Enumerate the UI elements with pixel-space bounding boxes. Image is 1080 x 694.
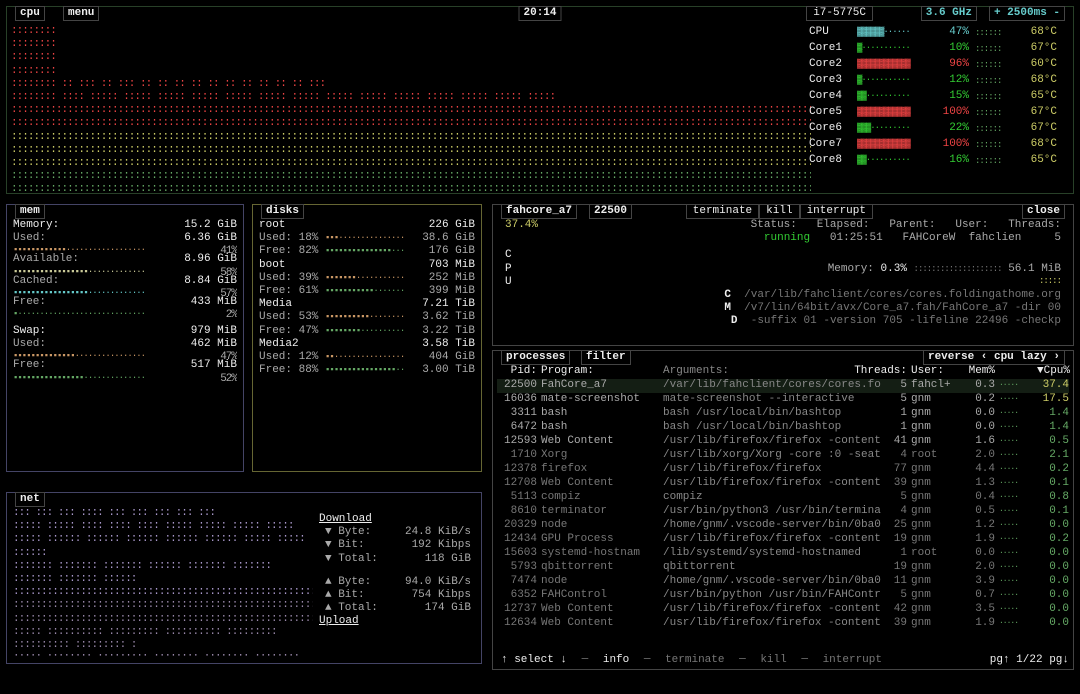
cmd-d: -suffix 01 -version 705 -lifeline 22496 … bbox=[751, 315, 1061, 327]
process-table-header: Pid: Program: Arguments: Threads: User: … bbox=[497, 365, 1069, 378]
process-row[interactable]: 16036 mate-screenshot mate-screenshot --… bbox=[497, 393, 1069, 407]
refresh-rate[interactable]: + 2500ms - bbox=[989, 6, 1065, 21]
sort-mode[interactable]: reverse ‹ cpu lazy › bbox=[923, 350, 1065, 365]
net-stats: Download ▼ Byte:24.8 KiB/s ▼ Bit:192 Kib… bbox=[319, 513, 477, 629]
process-row[interactable]: 7474 node /home/gnm/.vscode-server/bin/0… bbox=[497, 575, 1069, 589]
process-row[interactable]: 8610 terminator /usr/bin/python3 /usr/bi… bbox=[497, 505, 1069, 519]
process-row[interactable]: 6352 FAHControl /usr/bin/python /usr/bin… bbox=[497, 589, 1069, 603]
process-row[interactable]: 3311 bash bash /usr/local/bin/bashtop 1 … bbox=[497, 407, 1069, 421]
up-byte: 94.0 KiB/s bbox=[405, 576, 471, 589]
process-actions: terminate kill interrupt bbox=[686, 204, 873, 219]
cpu-freq: 3.6 GHz bbox=[921, 6, 977, 21]
dn-bit: 192 Kibps bbox=[412, 539, 471, 552]
footer-kill[interactable]: kill bbox=[760, 654, 786, 666]
detail-proc-pid: 22500 bbox=[589, 204, 632, 219]
cmd-m: /v7/lin/64bit/avx/Core_a7.fah/FahCore_a7… bbox=[744, 302, 1061, 314]
process-row[interactable]: 12434 GPU Process /usr/lib/firefox/firef… bbox=[497, 533, 1069, 547]
mem-panel: mem Memory:15.2 GiB Used:6.36 GiB ▪▪▪▪▪▪… bbox=[6, 204, 244, 472]
footer-interrupt[interactable]: interrupt bbox=[823, 654, 882, 666]
up-total: 174 GiB bbox=[425, 602, 471, 615]
processes-title: processes bbox=[501, 350, 570, 365]
page-indicator[interactable]: pg↑ 1/22 pg↓ bbox=[990, 654, 1069, 667]
process-table[interactable]: 22500 FahCore_a7 /var/lib/fahclient/core… bbox=[497, 379, 1069, 653]
processes-panel: processes filter reverse ‹ cpu lazy › Pi… bbox=[492, 350, 1074, 670]
core-row: Core1 ▓··········· 10% :::::: 67°C bbox=[809, 41, 1069, 57]
terminate-button[interactable]: terminate bbox=[686, 204, 759, 219]
net-history-graph: ::: ::: ::: :::: ::: ::: ::: ::: ::: :::… bbox=[13, 507, 313, 657]
detail-cpu-pct: 37.4% bbox=[505, 219, 538, 232]
process-row[interactable]: 12737 Web Content /usr/lib/firefox/firef… bbox=[497, 603, 1069, 617]
net-title: net bbox=[15, 492, 45, 507]
close-button[interactable]: close bbox=[1022, 204, 1065, 219]
core-row: Core7 ▓▓▓▓▓▓▓▓▓▓▓▓ 100% :::::: 68°C bbox=[809, 137, 1069, 153]
detail-proc-name: fahcore_a7 bbox=[501, 204, 577, 219]
net-panel: net bbox=[6, 492, 482, 664]
filter-button[interactable]: filter bbox=[581, 350, 631, 365]
core-row: Core5 ▓▓▓▓▓▓▓▓▓▓▓▓ 100% :::::: 67°C bbox=[809, 105, 1069, 121]
core-row: Core8 ▓▓·········· 16% :::::: 65°C bbox=[809, 153, 1069, 169]
detail-parent: FAHCoreW bbox=[903, 232, 956, 244]
core-row: Core2 ▓▓▓▓▓▓▓▓▓▓▓▓ 96% :::::: 60°C bbox=[809, 57, 1069, 73]
detail-mini-graph: ::::: bbox=[1039, 276, 1061, 289]
footer-terminate[interactable]: terminate bbox=[665, 654, 724, 666]
disks-title: disks bbox=[261, 204, 304, 219]
menu-button[interactable]: menu bbox=[63, 6, 99, 21]
cpu-panel: cpu menu 20:14 + 2500ms - i7-5775C 3.6 G… bbox=[6, 6, 1074, 194]
kill-button[interactable]: kill bbox=[759, 204, 799, 219]
dn-byte: 24.8 KiB/s bbox=[405, 526, 471, 539]
detail-elapsed: 01:25:51 bbox=[830, 232, 883, 244]
core-row: CPU ▓▓▓▓▓▓······ 47% :::::: 68°C bbox=[809, 25, 1069, 41]
info-hint[interactable]: info bbox=[603, 654, 629, 666]
download-label: Download bbox=[319, 513, 477, 526]
process-row[interactable]: 12708 Web Content /usr/lib/firefox/firef… bbox=[497, 477, 1069, 491]
mem-title: mem bbox=[15, 204, 45, 219]
disks-panel: disks root226 GiB Used: 18% ▪▪▪·········… bbox=[252, 204, 482, 472]
detail-user: fahclien bbox=[969, 232, 1022, 244]
select-hint[interactable]: ↑ select ↓ bbox=[501, 654, 567, 666]
process-row[interactable]: 12634 Web Content /usr/lib/firefox/firef… bbox=[497, 617, 1069, 631]
process-row[interactable]: 15603 systemd-hostnam /lib/systemd/syste… bbox=[497, 547, 1069, 561]
process-row[interactable]: 12593 Web Content /usr/lib/firefox/firef… bbox=[497, 435, 1069, 449]
cpu-history-graph: :::::::: :::::::: bbox=[11, 25, 811, 191]
cpu-title[interactable]: cpu bbox=[15, 6, 45, 21]
cpu-model: i7-5775C bbox=[806, 6, 873, 21]
detail-threads: 5 bbox=[1054, 232, 1061, 244]
process-row[interactable]: 6472 bash bash /usr/local/bin/bashtop 1 … bbox=[497, 421, 1069, 435]
up-bit: 754 Kibps bbox=[412, 589, 471, 602]
dn-total: 118 GiB bbox=[425, 553, 471, 566]
processes-footer: ↑ select ↓ ─ info ─ terminate ─ kill ─ i… bbox=[497, 654, 1069, 667]
process-row[interactable]: 22500 FahCore_a7 /var/lib/fahclient/core… bbox=[497, 379, 1069, 393]
core-row: Core4 ▓▓·········· 15% :::::: 65°C bbox=[809, 89, 1069, 105]
detail-mem-pct: 0.3% bbox=[881, 263, 907, 275]
process-row[interactable]: 1710 Xorg /usr/lib/xorg/Xorg -core :0 -s… bbox=[497, 449, 1069, 463]
process-row[interactable]: 5113 compiz compiz 5 gnm 0.4 ..... 0.8 bbox=[497, 491, 1069, 505]
interrupt-button[interactable]: interrupt bbox=[800, 204, 873, 219]
process-row[interactable]: 20329 node /home/gnm/.vscode-server/bin/… bbox=[497, 519, 1069, 533]
cpu-core-list: CPU ▓▓▓▓▓▓······ 47% :::::: 68°C Core1 ▓… bbox=[809, 25, 1069, 169]
detail-mem-val: 56.1 MiB bbox=[1008, 263, 1061, 275]
cmd-c: /var/lib/fahclient/cores/cores.foldingat… bbox=[744, 289, 1061, 301]
upload-label: Upload bbox=[319, 615, 477, 628]
process-detail-panel: fahcore_a7 22500 terminate kill interrup… bbox=[492, 204, 1074, 346]
process-row[interactable]: 12378 firefox /usr/lib/firefox/firefox 7… bbox=[497, 463, 1069, 477]
detail-status: running bbox=[764, 232, 810, 244]
core-row: Core6 ▓▓▓········· 22% :::::: 67°C bbox=[809, 121, 1069, 137]
clock: 20:14 bbox=[518, 6, 561, 21]
process-row[interactable]: 5793 qbittorrent qbittorrent 19 gnm 2.0 … bbox=[497, 561, 1069, 575]
core-row: Core3 ▓··········· 12% :::::: 68°C bbox=[809, 73, 1069, 89]
